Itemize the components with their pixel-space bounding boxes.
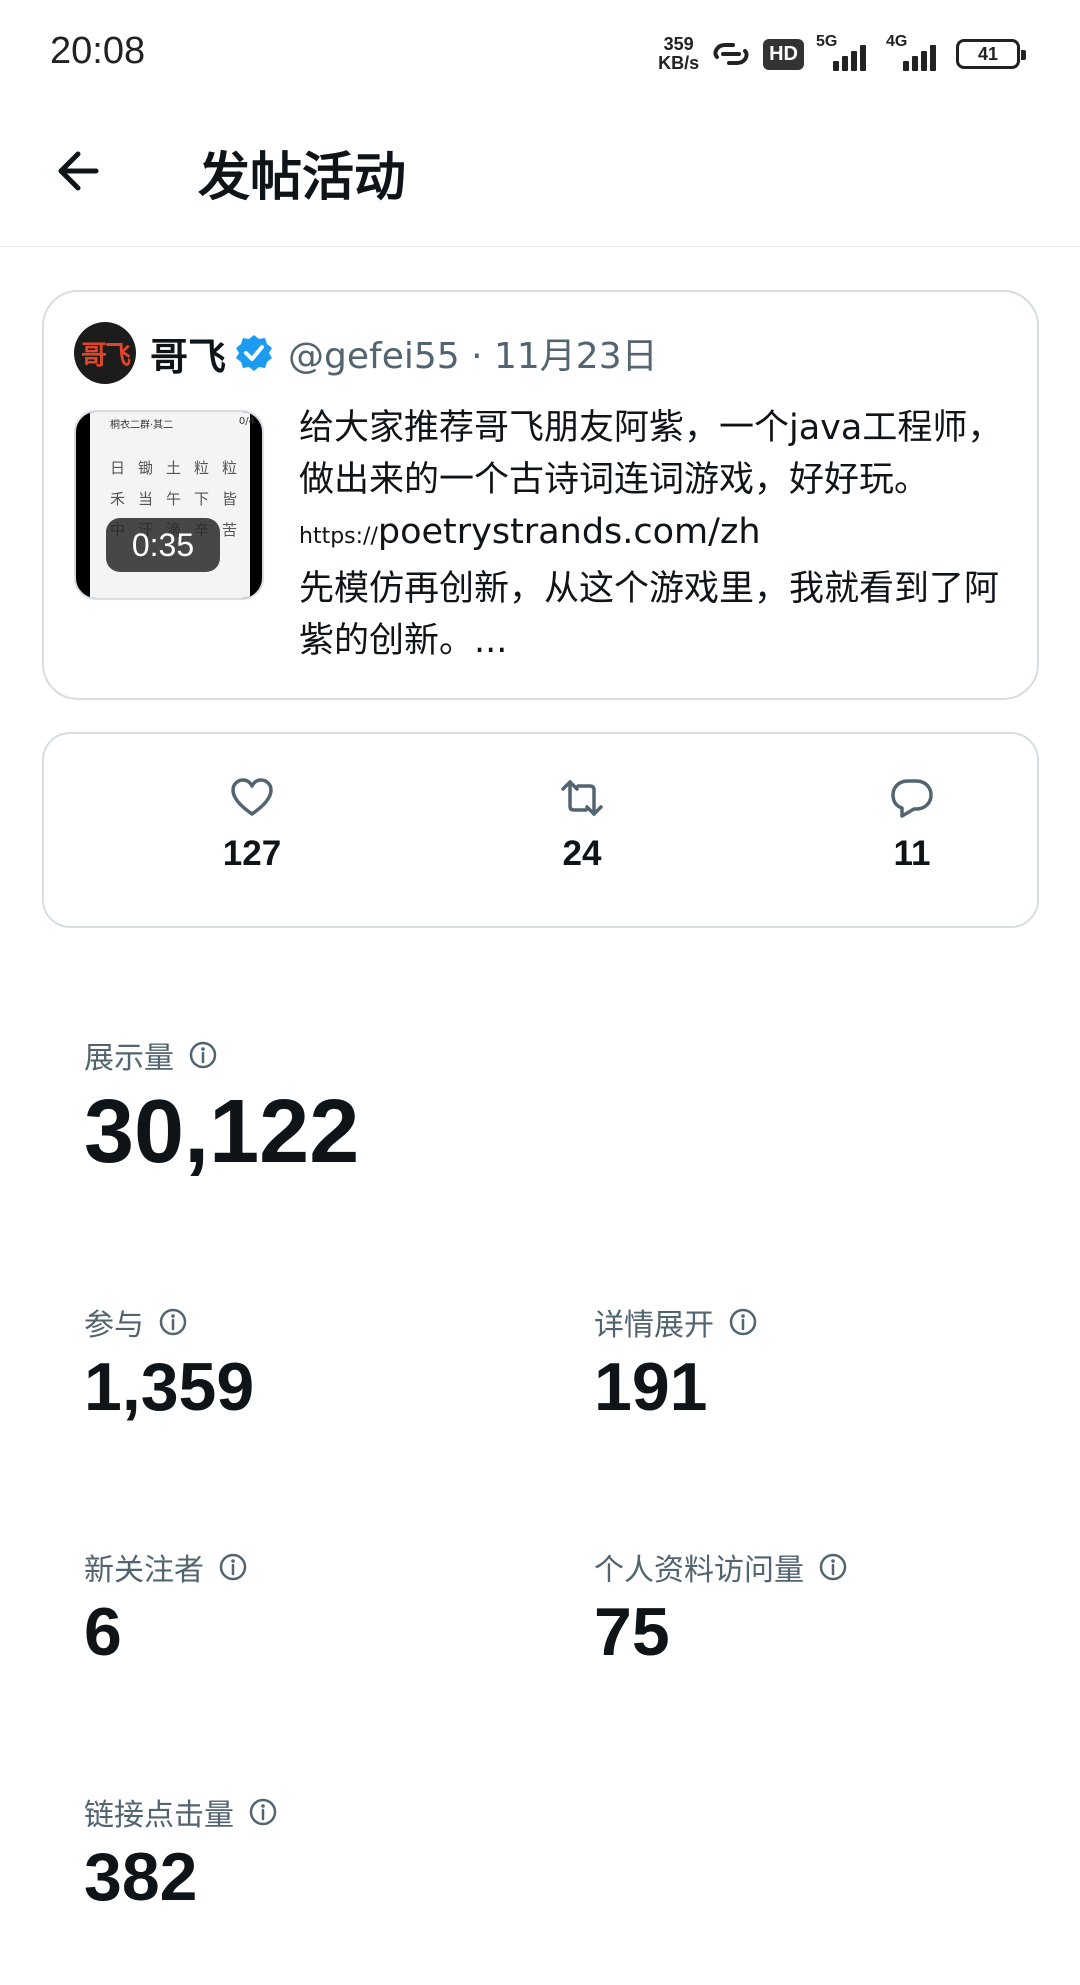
engagements-label-row: 参与 [84,1300,254,1344]
detail-expands-label-row: 详情展开 [594,1300,758,1344]
video-thumbnail[interactable]: 桐衣二群·其二 0/4 日 锄 土 粒 粒 禾 当 午 下 皆 中 汗 滴 辛 … [74,410,264,600]
post-text-line1: 给大家推荐哥飞朋友阿紫，一个java工程师，做出来的一个古诗词连词游戏，好好玩。 [299,408,1003,500]
thumb-char: 下 [194,490,210,508]
thumb-char: 苦 [222,521,238,539]
impressions-label: 展示量 [84,1041,174,1076]
heart-icon [231,778,273,816]
post-card[interactable]: 哥飞 哥飞 @gefei55 · 11月23日 桐衣二群·其二 0/4 日 锄 … [42,290,1039,700]
profile-visits-label-row: 个人资料访问量 [594,1545,848,1589]
likes-stat[interactable]: 127 [152,776,352,874]
new-followers-label: 新关注者 [84,1553,204,1588]
back-button[interactable] [48,141,108,201]
video-duration-badge: 0:35 [106,518,220,572]
status-bar: 20:08 359 KB/s HD 5G 4G 41 [0,0,1080,105]
link-clicks-metric: 链接点击量 382 [84,1790,278,1916]
post-link[interactable]: poetrystrands.com/zh [378,512,761,552]
link-clicks-label-row: 链接点击量 [84,1790,278,1834]
info-icon[interactable] [218,1552,248,1582]
repost-icon [561,780,603,816]
thumbnail-header: 桐衣二群·其二 0/4 [110,416,255,431]
detail-expands-label: 详情展开 [594,1308,714,1343]
hd-badge: HD [763,38,804,70]
app-header: 发帖活动 [0,105,1080,247]
info-icon[interactable] [818,1552,848,1582]
network-speed-value: 359 [663,34,694,54]
thumb-char: 粒 [222,459,238,477]
info-icon[interactable] [158,1307,188,1337]
reposts-count: 24 [562,834,602,873]
verified-badge-icon [236,335,273,371]
author-name[interactable]: 哥飞 [150,326,226,381]
signal-5g-icon: 5G [816,33,874,71]
thumb-char: 粒 [194,459,210,477]
new-followers-label-row: 新关注者 [84,1545,248,1589]
thumb-char: 当 [138,490,154,508]
reply-icon [891,779,933,818]
likes-count: 127 [222,834,282,873]
page-title: 发帖活动 [198,148,407,208]
impressions-label-row: 展示量 [84,1033,359,1077]
thumb-char: 日 [110,459,126,477]
signal-4g-icon: 4G [886,33,944,71]
engagements-value: 1,359 [84,1349,255,1425]
thumb-char: 土 [166,459,182,477]
profile-visits-value: 75 [594,1594,670,1670]
info-icon[interactable] [188,1040,218,1070]
profile-visits-metric: 个人资料访问量 75 [594,1545,848,1671]
network-speed-unit: KB/s [658,53,700,73]
detail-expands-value: 191 [594,1349,708,1425]
post-text-line2: 先模仿再创新，从这个游戏里，我就看到了阿紫的创新。... [299,569,1000,661]
signal-5g-label: 5G [816,33,838,50]
network-speed: 359 KB/s [658,35,699,73]
arrow-left-icon [58,151,99,191]
status-time: 20:08 [50,30,146,72]
thumb-char: 锄 [138,459,154,477]
engagements-label: 参与 [84,1308,144,1343]
thumbnail-title: 桐衣二群·其二 [110,420,174,431]
new-followers-value: 6 [84,1594,122,1670]
link-clicks-value: 382 [84,1839,198,1915]
thumb-char: 禾 [110,490,126,508]
replies-stat[interactable]: 11 [812,776,1012,874]
info-icon[interactable] [728,1307,758,1337]
engagements-metric: 参与 1,359 [84,1300,254,1426]
author-handle-date: @gefei55 · 11月23日 [288,336,658,377]
reposts-stat[interactable]: 24 [482,776,682,874]
detail-expands-metric: 详情展开 191 [594,1300,758,1426]
thumb-char: 午 [166,490,182,508]
status-icons: 359 KB/s HD 5G 4G 41 [658,32,1026,76]
profile-visits-label: 个人资料访问量 [594,1553,804,1588]
link-icon [713,43,749,65]
avatar[interactable]: 哥飞 [74,322,136,384]
impressions-metric: 展示量 30,122 [84,1033,359,1184]
battery-icon: 41 [956,39,1026,69]
signal-4g-label: 4G [886,33,908,50]
post-text[interactable]: 给大家推荐哥飞朋友阿紫，一个java工程师，做出来的一个古诗词连词游戏，好好玩。… [299,402,1019,667]
engagement-card: 127 24 11 [42,732,1039,928]
impressions-value: 30,122 [84,1082,360,1182]
new-followers-metric: 新关注者 6 [84,1545,248,1671]
replies-count: 11 [893,834,931,873]
link-clicks-label: 链接点击量 [84,1798,234,1833]
thumbnail-page: 0/4 [238,416,255,427]
info-icon[interactable] [248,1797,278,1827]
post-link-prefix[interactable]: https:// [299,524,378,549]
thumb-char: 皆 [222,490,238,508]
author-row: 哥飞 哥飞 @gefei55 · 11月23日 [74,322,658,384]
